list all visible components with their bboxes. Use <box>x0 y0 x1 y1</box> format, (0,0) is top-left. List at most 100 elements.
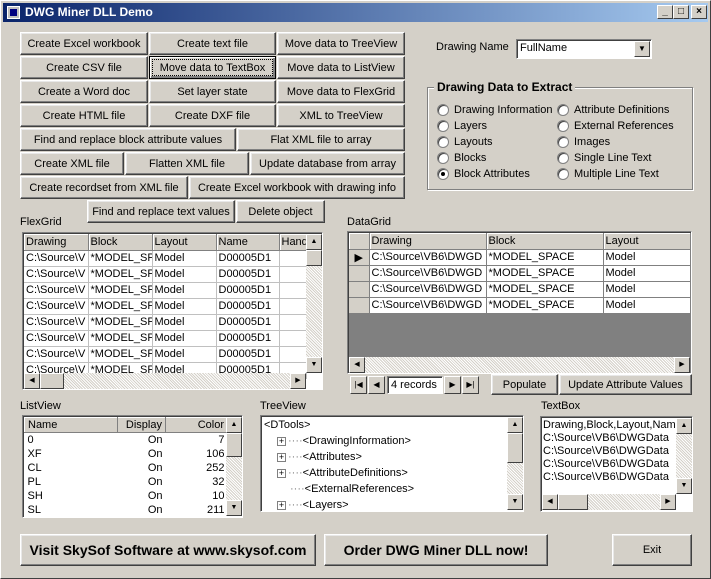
move-to-listview-button[interactable]: Move data to ListView <box>277 56 405 79</box>
radio-block-attributes[interactable]: Block Attributes <box>437 168 530 180</box>
drawing-name-combo[interactable]: FullName ▼ <box>516 39 652 59</box>
scroll-thumb[interactable] <box>40 373 64 389</box>
table-cell[interactable]: D00005D1 <box>216 298 280 315</box>
column-header[interactable]: Layout <box>152 234 217 251</box>
radio-blocks[interactable]: Blocks <box>437 152 486 164</box>
update-attribute-values-button[interactable]: Update Attribute Values <box>559 374 692 395</box>
table-cell[interactable] <box>279 266 307 283</box>
datagrid[interactable]: Drawing Block Layout ▶ C:\Source\VB6\DWGD… <box>347 231 692 374</box>
listview-vscrollbar[interactable]: ▲ ▼ <box>226 417 242 516</box>
column-header[interactable]: Name <box>24 417 118 433</box>
create-html-file-button[interactable]: Create HTML file <box>20 104 148 127</box>
column-header[interactable]: Color <box>165 417 228 433</box>
list-item[interactable]: SH On 10 <box>25 489 228 503</box>
column-header[interactable]: Name <box>216 234 280 251</box>
move-to-treeview-button[interactable]: Move data to TreeView <box>277 32 405 55</box>
flexgrid-hscrollbar[interactable]: ◀ ▶ <box>24 373 306 389</box>
radio-drawing-information[interactable]: Drawing Information <box>437 104 552 116</box>
table-row[interactable]: C:\Source\V *MODEL_SP Model D00005D1 <box>24 330 307 347</box>
column-header[interactable]: Drawing <box>24 234 89 251</box>
table-cell[interactable] <box>279 330 307 347</box>
expand-icon[interactable]: + <box>277 468 286 478</box>
table-cell[interactable]: Model <box>603 281 691 298</box>
scroll-down-icon[interactable]: ▼ <box>226 500 242 516</box>
table-cell[interactable] <box>279 346 307 363</box>
flat-xml-to-array-button[interactable]: Flat XML file to array <box>237 128 405 151</box>
flexgrid-vscrollbar[interactable]: ▲ ▼ <box>306 234 322 373</box>
visit-skysof-button[interactable]: Visit SkySof Software at www.skysof.com <box>20 534 316 566</box>
table-cell[interactable]: *MODEL_SP <box>88 282 153 299</box>
close-button[interactable]: × <box>691 5 707 19</box>
treeview[interactable]: <DTools> + ····<DrawingInformation> + ····… <box>260 415 524 512</box>
create-dxf-file-button[interactable]: Create DXF file <box>149 104 276 127</box>
table-cell[interactable]: D00005D1 <box>216 330 280 347</box>
scroll-right-icon[interactable]: ▶ <box>290 373 306 389</box>
scroll-right-icon[interactable]: ▶ <box>674 357 690 373</box>
table-cell[interactable]: Model <box>152 250 217 267</box>
scroll-down-icon[interactable]: ▼ <box>306 357 322 373</box>
table-row[interactable]: C:\Source\VB6\DWGD *MODEL_SPACE Model <box>349 265 691 282</box>
chevron-down-icon[interactable]: ▼ <box>634 41 650 57</box>
table-cell[interactable]: C:\Source\V <box>24 250 89 267</box>
tree-node[interactable]: + ····<AttributeDefinitions> <box>277 465 408 481</box>
table-row[interactable]: C:\Source\V *MODEL_SP Model D00005D1 <box>24 266 307 283</box>
radio-external-references[interactable]: External References <box>557 120 674 132</box>
table-cell[interactable]: *MODEL_SPACE <box>486 249 604 266</box>
table-cell[interactable]: D00005D1 <box>216 282 280 299</box>
table-cell[interactable]: Model <box>152 266 217 283</box>
scroll-left-icon[interactable]: ◀ <box>349 357 365 373</box>
datagrid-hscrollbar[interactable]: ◀ ▶ <box>349 357 690 373</box>
textbox-hscrollbar[interactable]: ◀ ▶ <box>542 494 676 510</box>
table-row[interactable]: C:\Source\V *MODEL_SP Model D00005D1 <box>24 346 307 363</box>
tree-node[interactable]: + ····<Attributes> <box>277 449 362 465</box>
scroll-left-icon[interactable]: ◀ <box>24 373 40 389</box>
order-dwg-miner-button[interactable]: Order DWG Miner DLL now! <box>324 534 548 566</box>
table-row[interactable]: C:\Source\V *MODEL_SP Model D00005D1 <box>24 250 307 267</box>
minimize-button[interactable]: _ <box>657 5 673 19</box>
radio-images[interactable]: Images <box>557 136 610 148</box>
list-item[interactable]: PL On 32 <box>25 475 228 489</box>
scroll-down-icon[interactable]: ▼ <box>507 494 523 510</box>
table-cell[interactable] <box>279 314 307 331</box>
scroll-up-icon[interactable]: ▲ <box>676 418 692 434</box>
column-header[interactable]: Layout <box>603 233 691 250</box>
row-selector[interactable] <box>349 265 370 282</box>
create-word-doc-button[interactable]: Create a Word doc <box>20 80 148 103</box>
list-item[interactable]: SL On 211 <box>25 503 228 517</box>
list-item[interactable]: 0 On 7 <box>25 433 228 447</box>
table-row[interactable]: C:\Source\V *MODEL_SP Model D00005D1 <box>24 314 307 331</box>
table-cell[interactable]: *MODEL_SPACE <box>486 265 604 282</box>
table-cell[interactable]: C:\Source\VB6\DWGD <box>369 281 487 298</box>
maximize-button[interactable]: □ <box>673 5 689 19</box>
table-row[interactable]: C:\Source\VB6\DWGD *MODEL_SPACE Model <box>349 297 691 314</box>
table-cell[interactable] <box>279 282 307 299</box>
table-cell[interactable] <box>279 250 307 267</box>
table-cell[interactable]: Model <box>603 297 691 314</box>
tree-node[interactable]: + ····<Layers> <box>277 497 349 511</box>
tree-root[interactable]: <DTools> <box>264 417 310 433</box>
table-row[interactable]: C:\Source\V *MODEL_SP Model D00005D1 <box>24 298 307 315</box>
row-selector[interactable] <box>349 281 370 298</box>
column-header[interactable]: Hand <box>279 234 307 251</box>
table-cell[interactable]: C:\Source\VB6\DWGD <box>369 265 487 282</box>
radio-multiple-line-text[interactable]: Multiple Line Text <box>557 168 659 180</box>
table-cell[interactable]: Model <box>152 298 217 315</box>
table-row[interactable]: C:\Source\VB6\DWGD *MODEL_SPACE Model <box>349 281 691 298</box>
table-cell[interactable]: C:\Source\V <box>24 266 89 283</box>
table-cell[interactable]: Model <box>152 282 217 299</box>
flexgrid[interactable]: Drawing Block Layout Name Hand C:\Source… <box>22 232 323 390</box>
table-cell[interactable]: C:\Source\VB6\DWGD <box>369 297 487 314</box>
app-icon[interactable] <box>7 6 20 19</box>
table-cell[interactable]: *MODEL_SP <box>88 346 153 363</box>
list-item[interactable]: XF On 106 <box>25 447 228 461</box>
create-excel-with-drawing-info-button[interactable]: Create Excel workbook with drawing info <box>189 176 405 199</box>
table-cell[interactable]: *MODEL_SPACE <box>486 297 604 314</box>
table-cell[interactable]: C:\Source\V <box>24 298 89 315</box>
table-cell[interactable]: *MODEL_SP <box>88 298 153 315</box>
next-record-icon[interactable]: ▶ <box>444 376 461 394</box>
listview[interactable]: Name Display Color 0 On 7 XF On 106 CL On 252 PL O… <box>22 415 243 518</box>
exit-button[interactable]: Exit <box>612 534 692 566</box>
scroll-down-icon[interactable]: ▼ <box>676 478 692 494</box>
scroll-thumb[interactable] <box>306 250 322 266</box>
table-row[interactable]: ▶ C:\Source\VB6\DWGD *MODEL_SPACE Model <box>349 249 691 266</box>
